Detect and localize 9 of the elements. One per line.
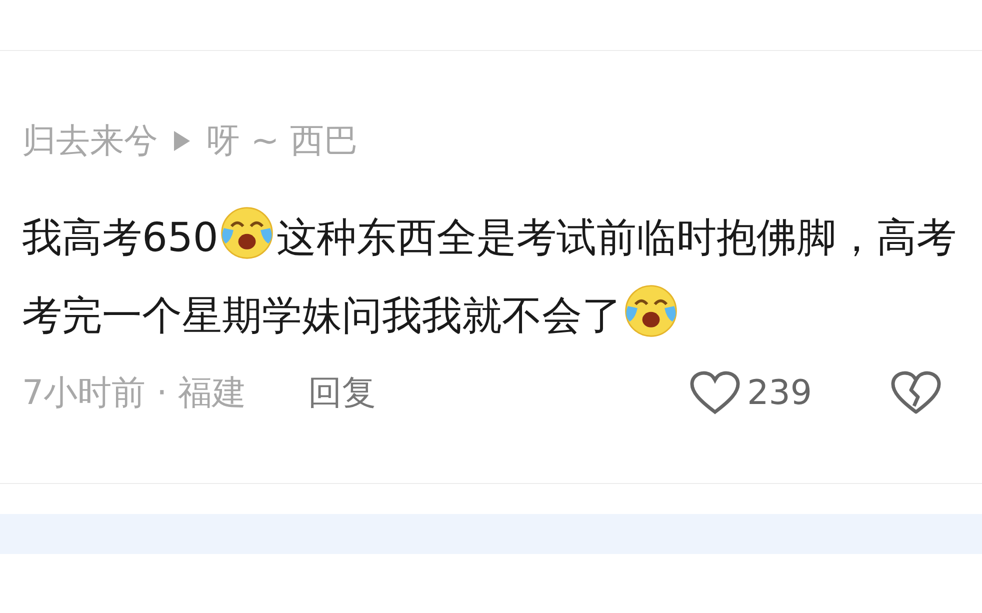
comment-text: 我高考650 这种东西全是考试前临时抱佛脚，高考考完一个星期学妹问我我就不会了: [22, 199, 957, 355]
reply-button[interactable]: 回复: [308, 370, 376, 416]
reply-target-username[interactable]: 呀 ~ 西巴: [206, 118, 358, 164]
dislike-button[interactable]: [890, 370, 942, 416]
like-button[interactable]: 239: [689, 370, 812, 416]
comment-meta: 7小时前 · 福建: [22, 372, 246, 415]
play-arrow-icon: [172, 129, 192, 153]
broken-heart-icon: [890, 370, 942, 416]
username[interactable]: 归去来兮: [22, 118, 158, 164]
